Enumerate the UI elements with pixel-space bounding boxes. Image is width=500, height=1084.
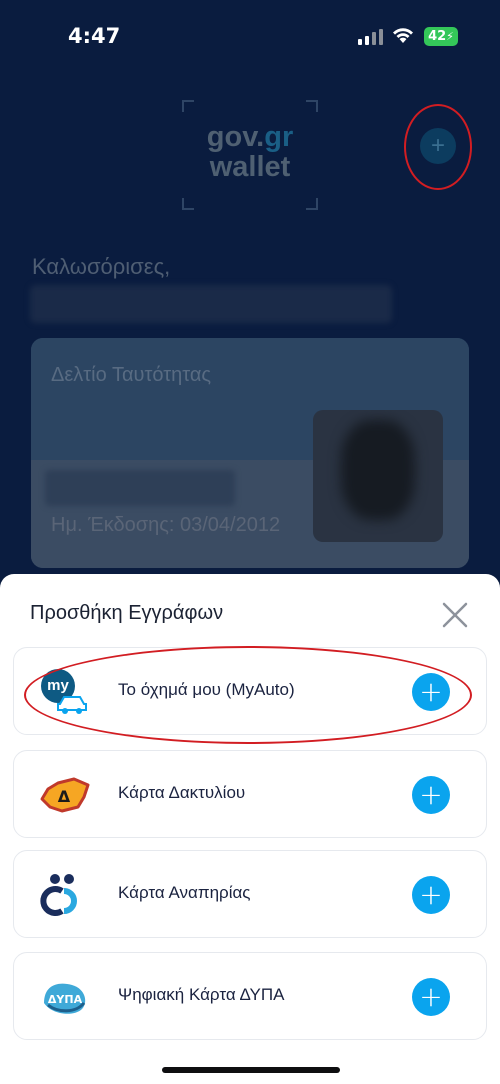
myauto-car-icon: my: [41, 669, 87, 714]
add-dypa-card-button[interactable]: +: [412, 978, 450, 1016]
disability-card-icon: [40, 874, 77, 916]
id-issue-date: Ημ. Έκδοσης: 03/04/2012: [51, 514, 281, 536]
close-icon: [442, 602, 468, 628]
close-button[interactable]: [440, 600, 470, 630]
add-documents-sheet: Προσθήκη Εγγράφων my Το όχημά μου (MyAut…: [0, 574, 500, 1084]
gov-gr-wallet-logo: gov.gr wallet: [182, 100, 318, 210]
plus-icon: +: [419, 675, 443, 708]
logo-wallet: wallet: [209, 151, 291, 183]
add-disability-card-button[interactable]: +: [412, 876, 450, 914]
bolt-icon: ⚡: [446, 30, 454, 43]
delta-ring-icon: Δ: [40, 777, 90, 813]
plus-icon: +: [419, 878, 443, 911]
welcome-text: Καλωσόρισες,: [32, 254, 171, 279]
wifi-icon: [393, 28, 413, 43]
home-indicator[interactable]: [162, 1067, 340, 1073]
status-bar: 4:47 42 ⚡: [0, 0, 500, 80]
battery-level: 42: [428, 29, 447, 44]
myauto-badge: my: [47, 677, 69, 694]
doc-item-disability-card[interactable]: Κάρτα Αναπηρίας +: [13, 850, 487, 938]
dypa-logo-icon: ΔΥΠΑ: [44, 983, 86, 1014]
doc-item-label: Ψηφιακή Κάρτα ΔΥΠΑ: [118, 985, 285, 1004]
add-myauto-button[interactable]: +: [412, 673, 450, 711]
add-document-button[interactable]: +: [420, 128, 456, 164]
plus-icon: +: [419, 980, 443, 1013]
doc-item-myauto[interactable]: my Το όχημά μου (MyAuto) +: [13, 647, 487, 735]
logo-text: gov.gr wallet: [182, 122, 318, 182]
logo-gr: gr: [264, 121, 294, 153]
id-card[interactable]: Δελτίο Ταυτότητας Ημ. Έκδοσης: 03/04/201…: [31, 338, 469, 568]
logo-gov: gov.: [206, 121, 265, 153]
signal-icon: [358, 29, 383, 45]
doc-item-label: Κάρτα Δακτυλίου: [118, 783, 246, 802]
battery-charging-icon: 42 ⚡: [424, 27, 458, 46]
status-time: 4:47: [68, 24, 121, 48]
dypa-badge: ΔΥΠΑ: [48, 993, 83, 1006]
id-card-title: Δελτίο Ταυτότητας: [51, 364, 212, 386]
add-ring-card-button[interactable]: +: [412, 776, 450, 814]
user-name-redacted: [30, 285, 392, 323]
doc-item-label: Το όχημά μου (MyAuto): [118, 680, 295, 699]
doc-item-dypa-card[interactable]: ΔΥΠΑ Ψηφιακή Κάρτα ΔΥΠΑ +: [13, 952, 487, 1040]
plus-icon: +: [419, 778, 443, 811]
doc-item-label: Κάρτα Αναπηρίας: [118, 883, 251, 902]
id-photo-redacted: [313, 410, 443, 542]
id-number-redacted: [45, 470, 235, 506]
sheet-title: Προσθήκη Εγγράφων: [30, 602, 224, 624]
delta-badge: Δ: [58, 787, 71, 806]
doc-item-ring-card[interactable]: Δ Κάρτα Δακτυλίου +: [13, 750, 487, 838]
plus-icon: +: [430, 132, 445, 159]
